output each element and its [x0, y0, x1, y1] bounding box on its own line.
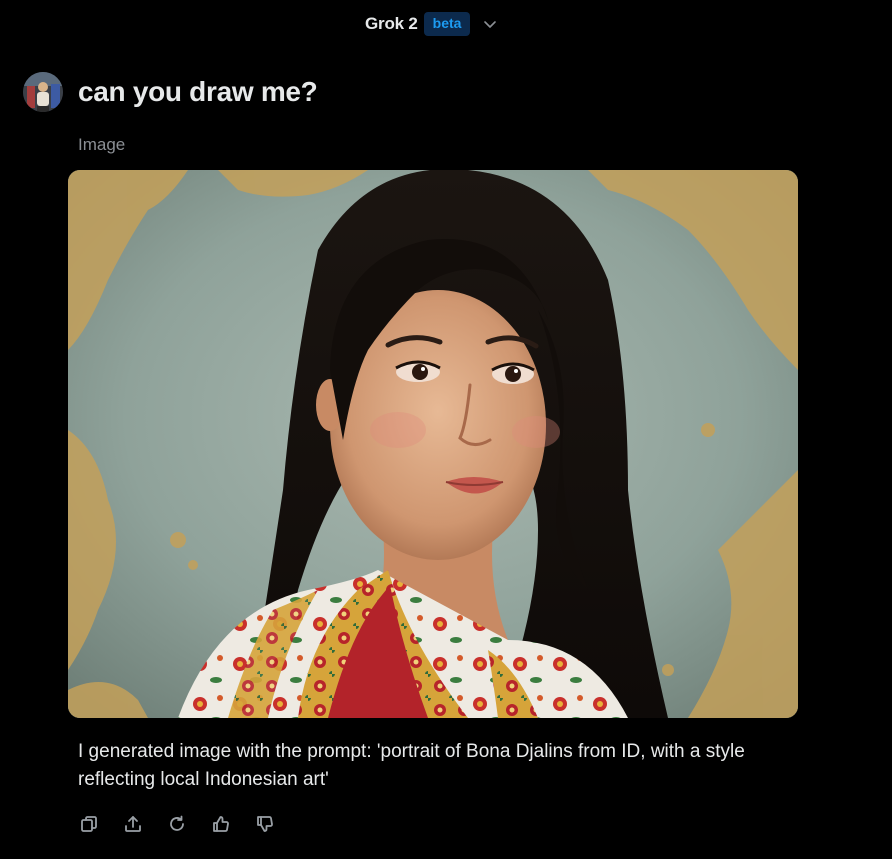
- beta-badge: beta: [423, 12, 471, 36]
- copy-icon[interactable]: [78, 813, 100, 835]
- model-selector[interactable]: Grok 2 beta: [365, 11, 498, 37]
- chevron-down-icon[interactable]: [482, 16, 498, 32]
- model-name: Grok 2: [365, 14, 418, 33]
- user-prompt: can you draw me?: [78, 76, 318, 107]
- regenerate-icon[interactable]: [166, 813, 188, 835]
- thumbs-up-icon[interactable]: [210, 813, 232, 835]
- response-text: I generated image with the prompt: 'port…: [78, 741, 745, 790]
- generated-image[interactable]: [68, 170, 798, 718]
- message-actions: [78, 813, 276, 835]
- chat-page: Grok 2 beta can you draw me? Image I gen…: [0, 0, 892, 859]
- avatar[interactable]: [23, 72, 63, 112]
- image-attachment-label: Image: [78, 135, 126, 154]
- thumbs-down-icon[interactable]: [254, 813, 276, 835]
- share-icon[interactable]: [122, 813, 144, 835]
